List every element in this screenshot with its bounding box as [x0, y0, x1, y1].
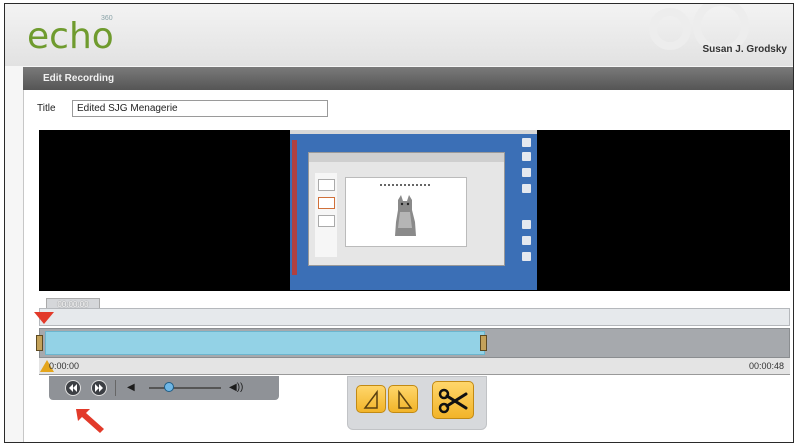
red-arrow-annotation — [76, 409, 104, 433]
time-ruler: 0:00:00 00:00:48 — [39, 358, 790, 375]
start-time: 0:00:00 — [49, 361, 80, 371]
header-bar: echo 360 Susan J. Grodsky — [5, 4, 793, 66]
user-name[interactable]: Susan J. Grodsky — [703, 44, 787, 55]
mark-in-button[interactable] — [356, 385, 386, 413]
mark-out-button[interactable] — [388, 385, 418, 413]
video-frame-desktop — [290, 130, 537, 290]
title-label: Title — [37, 103, 56, 114]
edit-tools-tray — [347, 376, 487, 430]
kitten-image — [395, 195, 416, 236]
logo-superscript: 360 — [101, 15, 113, 22]
volume-slider[interactable] — [149, 387, 221, 389]
rewind-icon — [69, 384, 77, 392]
volume-knob[interactable] — [164, 382, 174, 392]
rewind-button[interactable] — [65, 380, 81, 396]
playback-controls: ◀ ◀)) — [49, 376, 279, 400]
playhead-marker[interactable] — [34, 312, 54, 324]
presentation-window — [308, 152, 505, 266]
slide — [345, 177, 467, 247]
fast-forward-icon — [95, 384, 103, 392]
scissors-icon — [438, 388, 468, 414]
edit-timeline[interactable] — [36, 328, 790, 358]
cut-button[interactable] — [432, 381, 474, 419]
title-input[interactable] — [72, 100, 328, 117]
volume-max-icon[interactable]: ◀)) — [229, 382, 243, 393]
selection-end-handle[interactable] — [480, 335, 487, 351]
echo-logo: echo — [27, 16, 114, 57]
selection-start-handle[interactable] — [36, 335, 43, 351]
app-window: echo 360 Susan J. Grodsky Edit Recording… — [4, 3, 794, 443]
video-player[interactable] — [39, 130, 790, 291]
edit-panel: Title Edited SJG Menagerie 00:00:00 0:00… — [23, 90, 793, 442]
volume-mute-icon[interactable]: ◀ — [127, 382, 135, 393]
end-time: 00:00:48 — [748, 361, 784, 371]
mark-in-triangle-icon — [363, 389, 378, 409]
timeline-selection[interactable] — [45, 331, 485, 355]
fast-forward-button[interactable] — [91, 380, 107, 396]
panel-title: Edit Recording — [23, 67, 793, 90]
mark-out-triangle-icon — [398, 389, 413, 409]
scrubber-track[interactable] — [39, 308, 790, 326]
